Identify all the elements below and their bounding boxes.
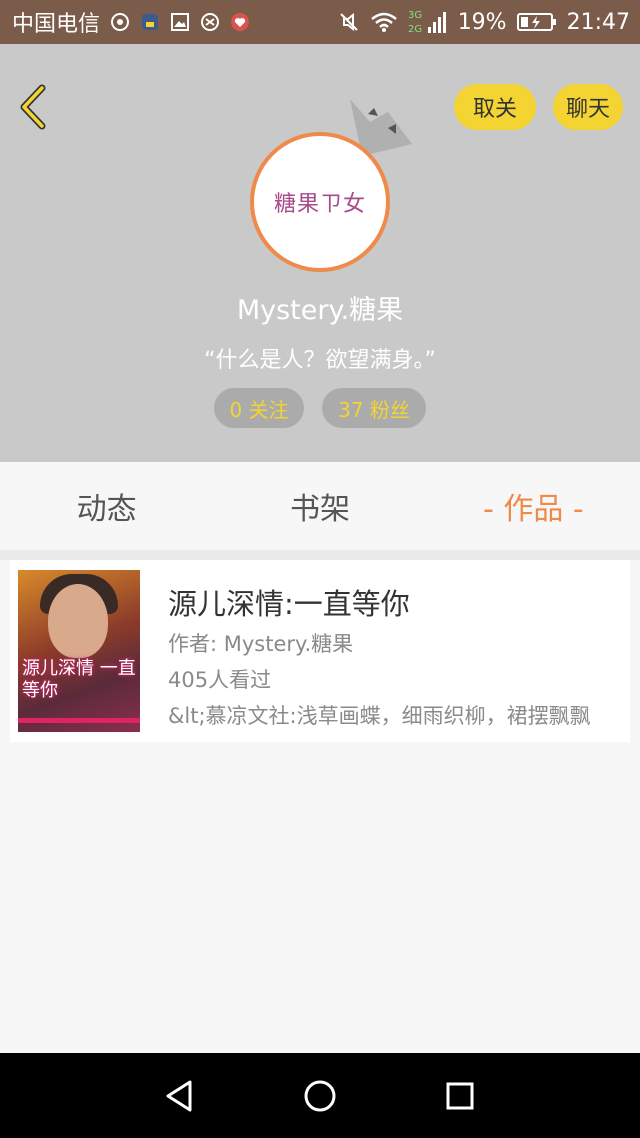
username: Mystery.糖果: [236, 295, 404, 326]
wifi-icon: [370, 11, 398, 33]
cover-bar: [18, 718, 140, 723]
avatar-text: 糖果ㄗ女: [273, 192, 366, 217]
status-left: 中国电信: [12, 6, 250, 38]
stats-row: 0 关注 37 粉丝: [0, 388, 640, 428]
mute-icon: [338, 11, 360, 33]
nav-recents-button[interactable]: [436, 1072, 484, 1120]
unfollow-button[interactable]: 取关: [454, 84, 536, 130]
work-info: 源儿深情:一直等你 作者: Mystery.糖果 405人看过 &lt;慕凉文社…: [168, 560, 598, 742]
work-description: &lt;慕凉文社:浅草画蝶，细雨织柳，裙摆飘飘: [168, 704, 591, 728]
nav-back-button[interactable]: [156, 1072, 204, 1120]
image-icon: [170, 12, 190, 32]
status-right: 3G 2G 19% 21:47: [338, 7, 630, 37]
tab-works[interactable]: - 作品 -: [427, 462, 640, 550]
chat-button[interactable]: 聊天: [553, 84, 623, 130]
chevron-left-icon: [20, 84, 46, 130]
sync-icon: [200, 12, 220, 32]
following-count-button[interactable]: 0 关注: [214, 388, 304, 428]
cover-title-art: 源儿深情 一直等你: [22, 658, 136, 701]
heart-app-icon: [230, 12, 250, 32]
network-3g-label: 3G: [408, 10, 422, 21]
list-item[interactable]: 源儿深情 一直等你 源儿深情:一直等你 作者: Mystery.糖果 405人看…: [10, 560, 630, 742]
book-cover[interactable]: 源儿深情 一直等你: [18, 570, 140, 732]
nav-home-button[interactable]: [296, 1072, 344, 1120]
system-nav-bar: [0, 1053, 640, 1138]
triangle-back-icon: [166, 1080, 192, 1111]
battery-charging-icon: [516, 11, 557, 33]
chat-bubble-icon: [110, 12, 130, 32]
clock: 21:47: [566, 9, 630, 35]
tab-activity[interactable]: 动态: [0, 462, 213, 550]
status-bar: 中国电信 3G 2G 19% 21:47: [0, 0, 640, 44]
cover-face-shape: [48, 584, 108, 658]
network-2g-label: 2G: [408, 24, 422, 35]
work-author: 作者: Mystery.糖果: [168, 632, 354, 656]
fans-count-button[interactable]: 37 粉丝: [322, 388, 426, 428]
app-icon: [140, 12, 160, 32]
circle-home-icon: [304, 1080, 336, 1111]
carrier-label: 中国电信: [12, 12, 101, 37]
profile-tabs: 动态 书架 - 作品 -: [0, 462, 640, 550]
signal-icon: 3G 2G: [408, 7, 448, 37]
profile-header: 取关 聊天 糖果ㄗ女 Mystery.糖果 “什么是人？欲望满身。” 0 关注 …: [0, 44, 640, 462]
work-title: 源儿深情:一直等你: [168, 587, 410, 621]
avatar[interactable]: 糖果ㄗ女: [250, 132, 390, 272]
battery-percent: 19%: [457, 9, 507, 35]
square-recents-icon: [446, 1082, 474, 1109]
work-views: 405人看过: [168, 668, 272, 692]
user-motto: “什么是人？欲望满身。”: [204, 348, 436, 373]
tab-bookshelf[interactable]: 书架: [213, 462, 426, 550]
tab-divider: [0, 550, 640, 560]
back-button[interactable]: [14, 82, 54, 132]
